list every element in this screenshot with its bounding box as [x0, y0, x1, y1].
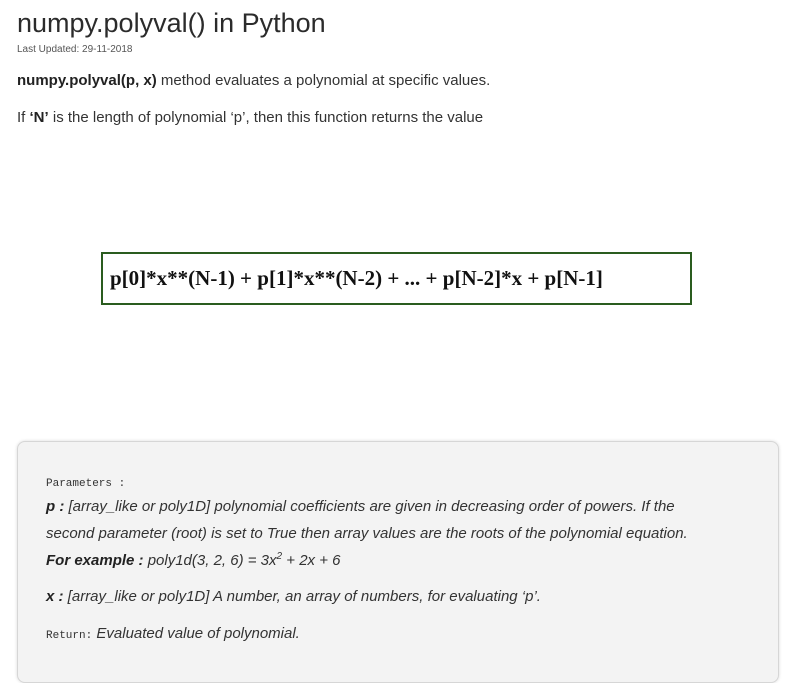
- param-x-text: [array_like or poly1D] A number, an arra…: [63, 588, 541, 605]
- last-updated-date: Last Updated: 29-11-2018: [17, 44, 133, 55]
- param-x-line: x : [array_like or poly1D] A number, an …: [46, 588, 541, 605]
- page-title: numpy.polyval() in Python: [17, 8, 326, 38]
- intro-text: method evaluates a polynomial at specifi…: [156, 72, 491, 89]
- return-line: Return: Evaluated value of polynomial.: [46, 625, 300, 642]
- example-label: For example :: [46, 552, 144, 569]
- param-p-label: p :: [46, 498, 65, 515]
- example-text-end: + 2x + 6: [282, 552, 341, 569]
- length-paragraph: If ‘N’ is the length of polynomial ‘p’, …: [17, 109, 483, 126]
- param-p-line: p : [array_like or poly1D] polynomial co…: [46, 498, 675, 515]
- formula-box: p[0]*x**(N-1) + p[1]*x**(N-2) + ... + p[…: [101, 252, 692, 305]
- if-prefix: If: [17, 109, 30, 126]
- parameters-heading: Parameters :: [46, 473, 125, 490]
- polynomial-formula: p[0]*x**(N-1) + p[1]*x**(N-2) + ... + p[…: [110, 266, 603, 290]
- n-symbol: ‘N’: [29, 109, 49, 126]
- length-text: is the length of polynomial ‘p’, then th…: [48, 109, 484, 126]
- param-p-text-2: second parameter (root) is set to True t…: [46, 525, 688, 542]
- param-x-label: x :: [46, 588, 64, 605]
- function-signature: numpy.polyval(p, x): [17, 72, 157, 89]
- param-p-text: [array_like or poly1D] polynomial coeffi…: [64, 498, 675, 515]
- example-line: For example : poly1d(3, 2, 6) = 3x2 + 2x…: [46, 551, 340, 569]
- param-p-line-2: second parameter (root) is set to True t…: [46, 525, 688, 542]
- return-text: Evaluated value of polynomial.: [92, 625, 300, 642]
- return-label: Return:: [46, 630, 93, 642]
- parameters-label: Parameters :: [46, 478, 126, 490]
- example-text: poly1d(3, 2, 6) = 3x: [143, 552, 277, 569]
- parameters-box: Parameters : p : [array_like or poly1D] …: [17, 441, 779, 683]
- intro-paragraph: numpy.polyval(p, x) method evaluates a p…: [17, 72, 490, 89]
